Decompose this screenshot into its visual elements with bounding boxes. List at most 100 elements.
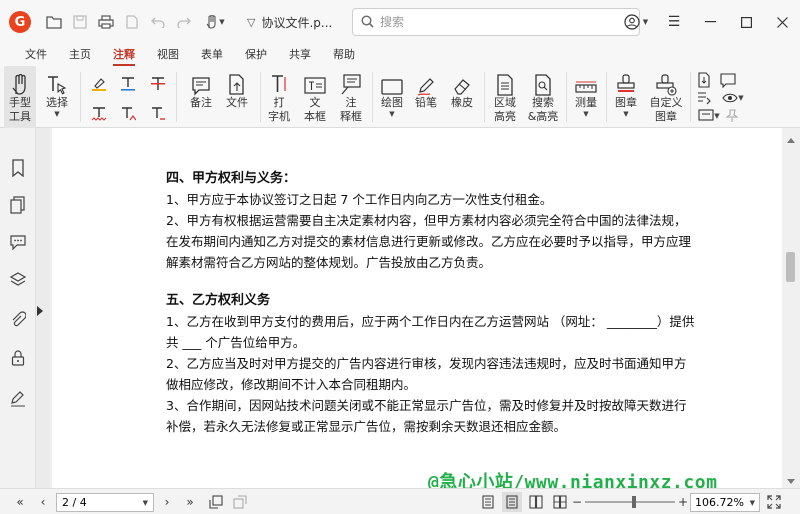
menu-bar: 文件 主页 注释 视图 表单 保护 共享 帮助 [0,44,800,66]
comment-summary-icon[interactable]: ▼ [694,106,724,126]
callout-button[interactable]: 注 释框 [334,66,368,128]
previous-view-icon[interactable] [206,492,226,512]
title-bar: G ▼ ▽ 协议文件.p... 搜索 ▼ ☰ [0,0,800,44]
chevron-down-icon: ▼ [623,110,629,118]
callout-icon [340,70,362,96]
continuous-facing-icon[interactable] [550,492,570,512]
replace-text-icon[interactable] [148,104,168,124]
squiggly-text-icon[interactable] [89,104,109,124]
search-input[interactable] [380,15,620,29]
ribbon-menu-icon[interactable]: ☰ [656,0,692,44]
file-attach-icon [227,70,247,96]
print-icon[interactable] [97,13,115,31]
paragraph: 2、甲方有权根据运营需要自主决定素材内容，但甲方素材内容必须完全符合中国的法律法… [166,213,692,270]
section-heading: 四、甲方权利与义务： [166,171,297,186]
draw-button[interactable]: 绘图 ▼ [376,66,408,128]
fullscreen-icon[interactable] [764,492,784,512]
undo-icon[interactable] [149,13,167,31]
stamp-icon [616,70,636,96]
continuous-page-icon[interactable] [502,492,522,512]
pages-icon[interactable] [6,193,30,217]
eraser-button[interactable]: 橡皮 [446,66,478,128]
chevron-down-icon: ▽ [247,15,256,29]
highlight-icon[interactable] [89,74,109,94]
pencil-button[interactable]: 铅笔 [410,66,442,128]
zoom-out-button[interactable]: − [570,492,584,512]
area-highlight-button[interactable]: 区域 高亮 [488,66,522,128]
import-comment-icon[interactable] [694,70,714,90]
attachment-icon[interactable] [6,308,30,332]
comment-list-icon[interactable] [718,70,738,90]
app-logo: G [9,11,31,33]
hand-dropdown-icon[interactable]: ▼ [201,13,229,31]
new-page-icon[interactable] [123,13,141,31]
strikeout-text-icon[interactable] [148,74,168,94]
search-highlight-button[interactable]: 搜索 &高亮 [524,66,562,128]
account-button[interactable]: ▼ [616,0,656,44]
export-comment-icon[interactable] [694,88,714,108]
custom-stamp-button[interactable]: 自定义 图章 [646,66,686,128]
lock-icon[interactable] [6,346,30,370]
zoom-in-button[interactable]: + [676,492,690,512]
insert-text-icon[interactable] [118,104,138,124]
last-page-icon[interactable]: » [180,492,200,512]
tab-home[interactable]: 主页 [58,44,102,66]
facing-page-icon[interactable] [526,492,546,512]
stamp-button[interactable]: 图章 ▼ [610,66,642,128]
scroll-thumb[interactable] [786,252,795,282]
maximize-button[interactable] [728,0,764,44]
layers-icon[interactable] [6,268,30,292]
hand-tool-button[interactable]: 手型 工具 [4,66,36,128]
select-button[interactable]: 选择 ▼ [40,66,74,128]
bookmark-icon[interactable] [6,156,30,180]
zoom-slider-knob[interactable] [632,496,637,508]
next-page-icon[interactable]: › [158,492,176,512]
tab-file[interactable]: 文件 [14,44,58,66]
underline-text-icon[interactable] [118,74,138,94]
single-page-icon[interactable] [478,492,498,512]
pin-icon[interactable] [722,106,742,126]
close-button[interactable] [764,0,800,44]
document-dropdown[interactable]: ▽ 协议文件.p... [247,14,332,31]
typewriter-button[interactable]: 打 字机 [264,66,294,128]
note-button[interactable]: 备注 [184,66,218,128]
textbox-icon [304,70,326,96]
scroll-down-icon[interactable] [787,479,795,484]
previous-page-icon[interactable]: ‹ [34,492,52,512]
custom-stamp-icon [655,70,677,96]
first-page-icon[interactable]: « [10,492,30,512]
paragraph: 2、乙方应当及时对甲方提交的广告内容进行审核，发现内容违法违规时，应及时书面通知… [166,356,687,392]
signature-icon[interactable] [6,386,30,410]
tab-share[interactable]: 共享 [278,44,322,66]
measure-button[interactable]: 测量 ▼ [570,66,602,128]
save-icon[interactable] [71,13,89,31]
tab-comment[interactable]: 注释 [102,44,146,66]
zoom-slider[interactable] [585,496,675,508]
next-view-icon[interactable] [230,492,250,512]
vertical-scrollbar[interactable] [782,128,800,488]
page-display: 2 / 4 [62,496,87,509]
tab-protect[interactable]: 保护 [234,44,278,66]
chevron-down-icon: ▼ [54,110,60,118]
window-controls: ▼ ☰ [616,0,800,44]
tab-view[interactable]: 视图 [146,44,190,66]
open-folder-icon[interactable] [45,13,63,31]
pencil-icon [416,70,436,96]
paragraph: 1、甲方应于本协议签订之日起 7 个工作日内向乙方一次性支付租金。 [166,192,553,207]
paragraph: 3、合作期间，因网站技术问题关闭或不能正常显示广告位，需及时修复并及时按故障天数… [166,398,687,434]
minimize-button[interactable] [692,0,728,44]
tab-form[interactable]: 表单 [190,44,234,66]
redo-icon[interactable] [175,13,193,31]
search-highlight-icon [533,70,553,96]
page-number-field[interactable]: 2 / 4 ▼ [56,493,154,512]
document-page: 四、甲方权利与义务： 1、甲方应于本协议签订之日起 7 个工作日内向乙方一次性支… [52,128,782,488]
expand-arrow-icon[interactable] [37,306,43,316]
file-attach-button[interactable]: 文件 [220,66,254,128]
scroll-up-icon[interactable] [787,138,795,143]
zoom-level-field[interactable]: 106.72% ▼ [690,493,760,512]
textbox-button[interactable]: 文 本框 [298,66,332,128]
comments-icon[interactable] [6,230,30,254]
tab-help[interactable]: 帮助 [322,44,366,66]
status-bar: « ‹ 2 / 4 ▼ › » − + 106.72% ▼ [0,488,800,514]
show-comment-icon[interactable]: ▼ [718,88,748,108]
